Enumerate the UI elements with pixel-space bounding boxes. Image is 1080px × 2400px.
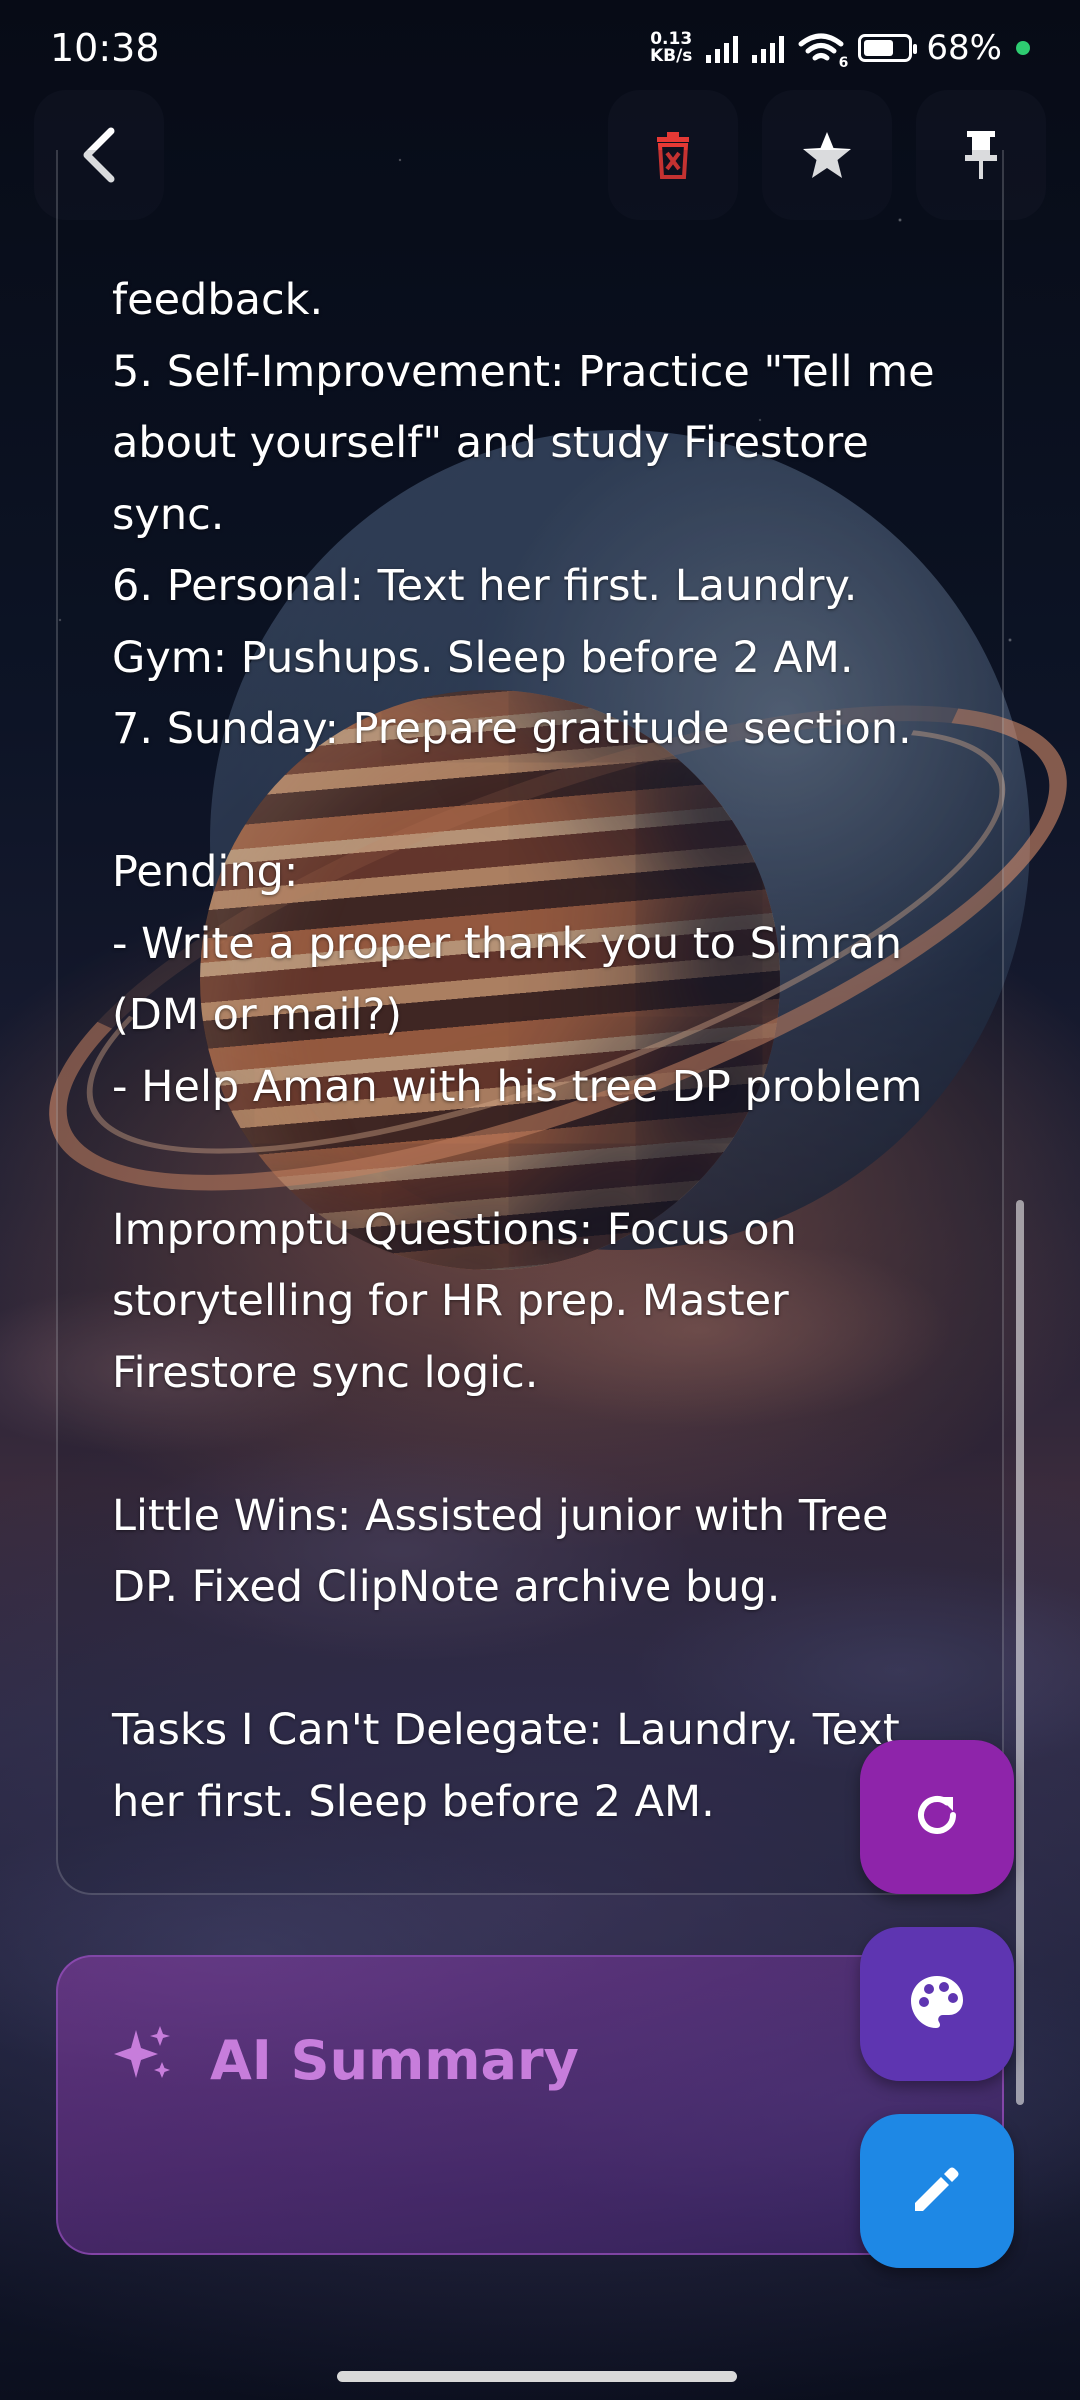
note-line: Little Wins: Assisted junior with Tree [112,1490,889,1541]
note-line: Gym: Pushups. Sleep before 2 AM. [112,632,854,683]
note-line [112,1123,942,1195]
ai-summary-header: AI Summary [112,2022,579,2099]
note-line [112,766,942,838]
note-line: sync. [112,489,225,540]
pencil-icon [909,2161,965,2221]
note-line: DP. Fixed ClipNote archive bug. [112,1562,781,1612]
note-line: Firestore sync logic. [112,1347,539,1398]
ai-summary-title: AI Summary [210,2029,579,2092]
signal-icon [752,33,785,63]
note-line: 5. Self-Improvement: Practice "Tell me [112,346,935,397]
scrollbar[interactable] [1016,1200,1024,2105]
status-bar: 10:38 0.13 KB/s 6 68% [0,0,1080,96]
note-line: her first. Sleep before 2 AM. [112,1776,715,1827]
battery-percent: 68% [926,28,1002,68]
note-body[interactable]: feedback. 5. Self-Improvement: Practice "… [112,265,942,1838]
note-line: 7. Sunday: Prepare gratitude section. [112,704,912,754]
battery-icon [858,34,918,62]
note-line: Tasks I Can't Delegate: Laundry. Text [112,1705,900,1755]
network-speed: 0.13 KB/s [649,29,693,66]
edit-note-button[interactable] [860,2114,1014,2268]
note-line: 6. Personal: Text her first. Laundry. [112,561,858,611]
note-line: - Help Aman with his tree DP problem [112,1061,923,1112]
wifi-icon: 6 [798,31,848,71]
note-line [112,1409,942,1481]
note-line [112,1624,942,1696]
note-line: (DM or mail?) [112,990,403,1040]
note-line: - Write a proper thank you to Simran [112,918,903,969]
theme-palette-button[interactable] [860,1927,1014,2081]
note-line: Impromptu Questions: Focus on [112,1204,797,1255]
refresh-button[interactable] [860,1740,1014,1894]
home-indicator[interactable] [337,2371,737,2382]
clock: 10:38 [50,26,160,70]
note-line: storytelling for HR prep. Master [112,1276,789,1326]
note-line: feedback. [112,275,324,325]
privacy-indicator [1016,41,1030,55]
refresh-icon [911,1789,963,1845]
palette-icon [907,1972,967,2036]
sparkles-icon [112,2022,176,2099]
note-line: Pending: [112,847,299,897]
note-line: about yourself" and study Firestore [112,418,869,468]
signal-icon [706,33,739,63]
